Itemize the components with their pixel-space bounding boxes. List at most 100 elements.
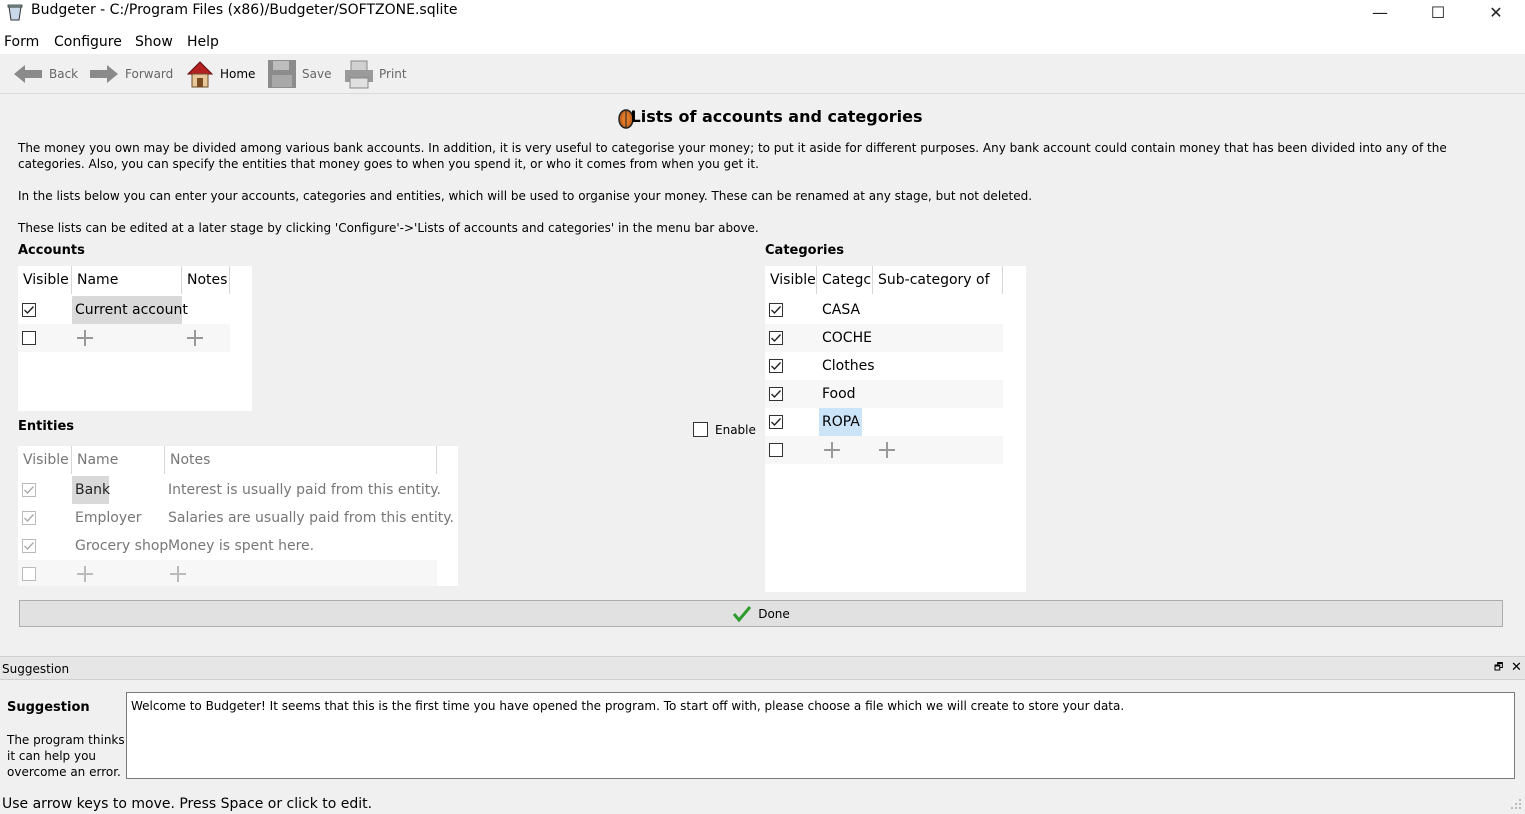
maximize-button[interactable]: ☐	[1409, 0, 1467, 24]
entity-name-cell[interactable]: Grocery shop	[75, 532, 168, 560]
checkmark-icon	[771, 390, 782, 399]
status-bar: Use arrow keys to move. Press Space or c…	[0, 792, 1525, 814]
accounts-col-notes[interactable]: Notes	[182, 266, 230, 294]
enable-entities-checkbox[interactable]	[693, 422, 708, 437]
checkmark-icon	[24, 486, 35, 495]
category-visible-checkbox[interactable]	[769, 415, 783, 429]
category-row	[765, 380, 1003, 408]
entity-notes-cell[interactable]: Money is spent here.	[168, 532, 314, 560]
entity-new-checkbox[interactable]	[22, 567, 36, 581]
entities-col-name[interactable]: Name	[72, 446, 165, 474]
suggestion-heading: Suggestion	[7, 700, 90, 715]
checkmark-icon	[24, 306, 35, 315]
menu-bar: Form Configure Show Help	[0, 30, 1525, 54]
add-icon[interactable]	[75, 564, 95, 584]
entity-visible-checkbox[interactable]	[22, 511, 36, 525]
add-icon[interactable]	[822, 440, 842, 460]
resize-grip-icon[interactable]	[1508, 796, 1522, 810]
page-title: Lists of accounts and categories	[630, 107, 923, 126]
checkmark-icon	[771, 334, 782, 343]
done-button[interactable]: Done	[19, 600, 1503, 627]
add-icon[interactable]	[877, 440, 897, 460]
dock-title: Suggestion	[2, 662, 70, 676]
category-name-cell[interactable]: Food	[822, 380, 856, 408]
entity-name-cell[interactable]: Employer	[75, 504, 141, 532]
categories-table: Visible Categc Sub-category of CASA COCH…	[765, 266, 1026, 592]
category-visible-checkbox[interactable]	[769, 303, 783, 317]
category-visible-checkbox[interactable]	[769, 331, 783, 345]
accounts-label: Accounts	[18, 243, 85, 258]
add-icon[interactable]	[185, 328, 205, 348]
category-name-cell[interactable]: CASA	[822, 296, 860, 324]
category-name-cell-selected[interactable]: ROPA	[819, 408, 862, 436]
forward-arrow-icon	[90, 65, 118, 83]
entities-col-visible[interactable]: Visible	[18, 446, 72, 474]
dock-close-icon[interactable]: ✕	[1511, 661, 1523, 675]
checkmark-icon	[24, 542, 35, 551]
checkmark-icon	[771, 362, 782, 371]
done-label: Done	[758, 606, 790, 621]
entities-label: Entities	[18, 419, 75, 434]
home-button[interactable]: Home	[185, 58, 255, 90]
intro-paragraph-3: These lists can be edited at a later sta…	[18, 221, 759, 235]
forward-button[interactable]: Forward	[88, 58, 173, 90]
back-button[interactable]: Back	[12, 58, 78, 90]
categories-col-category[interactable]: Categc	[817, 266, 873, 294]
account-new-checkbox[interactable]	[22, 331, 36, 345]
print-label: Print	[379, 67, 407, 81]
menu-configure[interactable]: Configure	[54, 33, 122, 51]
budgeter-app-icon	[7, 4, 23, 21]
intro-paragraph-2: In the lists below you can enter your ac…	[18, 189, 1033, 203]
main-content: Lists of accounts and categories The mon…	[0, 94, 1525, 656]
suggestion-panel: Suggestion The program thinks it can hel…	[0, 680, 1525, 790]
accounts-col-visible[interactable]: Visible	[18, 266, 72, 294]
close-window-button[interactable]: ✕	[1467, 0, 1525, 24]
intro-paragraph-1: The money you own may be divided among v…	[18, 141, 1447, 171]
toolbar: Back Forward Home Save Print	[0, 54, 1525, 94]
forward-label: Forward	[125, 67, 174, 81]
save-button[interactable]: Save	[267, 58, 331, 90]
floppy-disk-icon	[268, 60, 296, 88]
account-name-cell[interactable]: Current account	[72, 296, 188, 324]
menu-form[interactable]: Form	[4, 33, 39, 51]
entity-visible-checkbox[interactable]	[22, 539, 36, 553]
enable-label: Enable	[715, 423, 756, 437]
category-visible-checkbox[interactable]	[769, 387, 783, 401]
menu-help[interactable]: Help	[187, 33, 219, 51]
entity-name-cell[interactable]: Bank	[72, 476, 110, 504]
add-icon[interactable]	[168, 564, 188, 584]
home-label: Home	[220, 67, 256, 81]
save-label: Save	[302, 67, 332, 81]
categories-label: Categories	[765, 243, 845, 258]
suggestion-description: The program thinks it can help you overc…	[7, 733, 125, 779]
entities-col-notes[interactable]: Notes	[165, 446, 437, 474]
home-icon	[186, 61, 214, 88]
window-title: Budgeter - C:/Program Files (x86)/Budget…	[31, 2, 458, 18]
checkmark-icon	[771, 418, 782, 427]
print-button[interactable]: Print	[344, 58, 407, 90]
account-visible-checkbox[interactable]	[22, 303, 36, 317]
minimize-button[interactable]: —	[1351, 0, 1409, 24]
categories-col-subcategory[interactable]: Sub-category of	[873, 266, 1003, 294]
add-icon[interactable]	[75, 328, 95, 348]
category-row	[765, 324, 1003, 352]
accounts-col-name[interactable]: Name	[72, 266, 182, 294]
category-name-cell[interactable]: COCHE	[822, 324, 872, 352]
entity-notes-cell[interactable]: Interest is usually paid from this entit…	[168, 476, 441, 504]
entity-visible-checkbox[interactable]	[22, 483, 36, 497]
dock-float-icon[interactable]: 🗗	[1494, 663, 1505, 674]
entities-table: Visible Name Notes Bank Interest is usua…	[18, 446, 458, 586]
category-new-checkbox[interactable]	[769, 443, 783, 457]
green-check-icon	[733, 605, 752, 622]
menu-show[interactable]: Show	[135, 33, 173, 51]
categories-col-visible[interactable]: Visible	[765, 266, 817, 294]
category-visible-checkbox[interactable]	[769, 359, 783, 373]
suggestion-message-box[interactable]: Welcome to Budgeter! It seems that this …	[126, 692, 1515, 779]
entity-notes-cell[interactable]: Salaries are usually paid from this enti…	[168, 504, 454, 532]
category-name-cell[interactable]: Clothes	[822, 352, 875, 380]
back-label: Back	[49, 67, 79, 81]
checkmark-icon	[24, 514, 35, 523]
status-text: Use arrow keys to move. Press Space or c…	[2, 796, 373, 812]
title-bar: Budgeter - C:/Program Files (x86)/Budget…	[0, 0, 1525, 30]
suggestion-dock-titlebar: Suggestion 🗗 ✕	[0, 656, 1525, 680]
